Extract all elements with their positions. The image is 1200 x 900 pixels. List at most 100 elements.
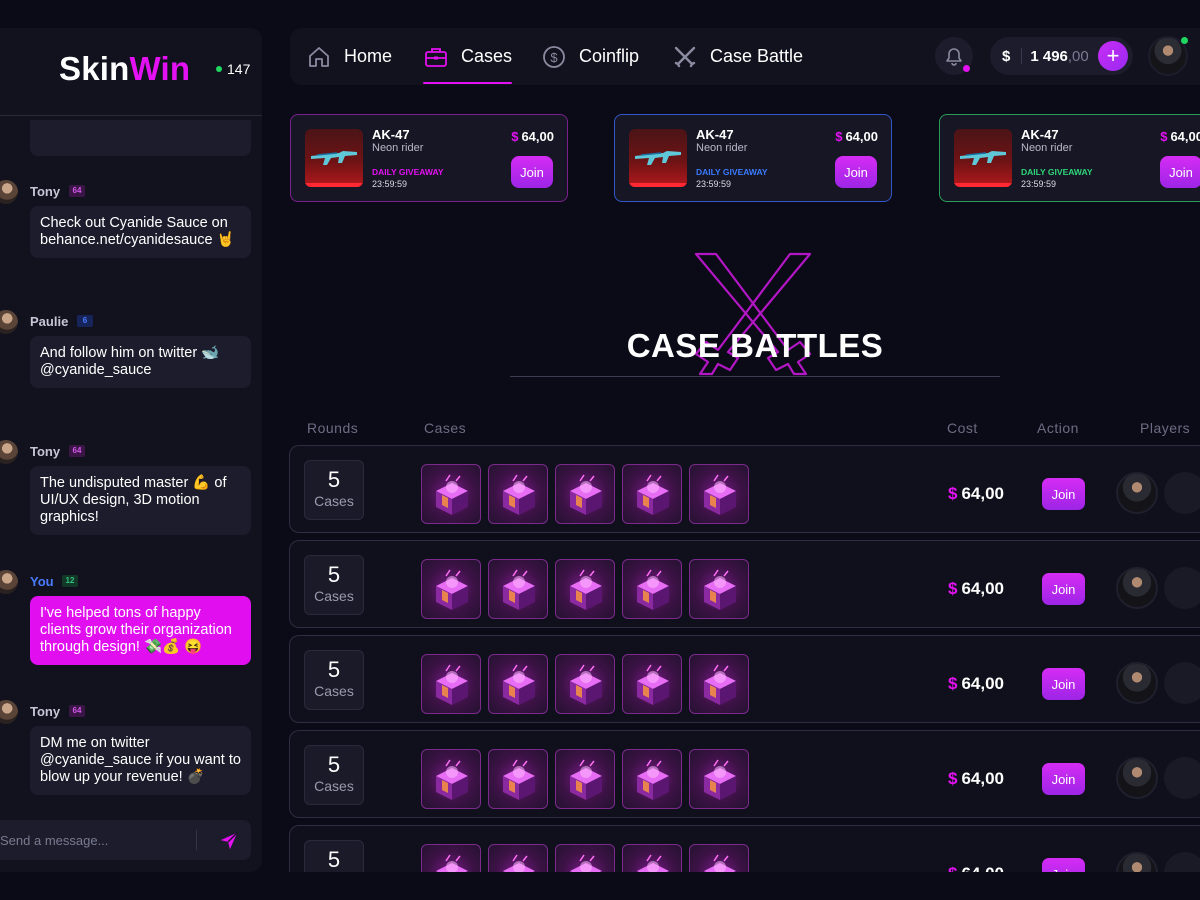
balance-currency: $ (1002, 47, 1011, 65)
case-thumbnail[interactable] (488, 464, 548, 524)
column-header-players: Players (1140, 420, 1191, 436)
user-avatar[interactable] (0, 700, 18, 724)
add-funds-button[interactable]: + (1098, 41, 1128, 71)
sidebar-header: SkinWin 147 (0, 28, 262, 116)
join-battle-button[interactable]: Join (1042, 573, 1085, 605)
case-thumbnail[interactable] (421, 559, 481, 619)
join-battle-button[interactable]: Join (1042, 668, 1085, 700)
giveaway-timer: 23:59:59 (696, 179, 732, 189)
nav-home[interactable]: Home (306, 28, 392, 85)
column-header-action: Action (1037, 420, 1079, 436)
case-thumbnail[interactable] (555, 559, 615, 619)
nav-case-battle[interactable]: Case Battle (672, 28, 803, 85)
chat-message-input[interactable] (0, 820, 190, 860)
logo[interactable]: SkinWin (59, 50, 190, 88)
currency-symbol: $ (948, 674, 958, 693)
user-avatar[interactable] (0, 570, 18, 594)
rounds-label: Cases (314, 778, 354, 794)
battle-cost: $64,00 (948, 579, 1004, 599)
message-username[interactable]: Tony (30, 704, 60, 719)
battle-row: 5Cases $64,00 Join (289, 540, 1200, 628)
skin-name: Neon rider (372, 142, 424, 154)
case-thumbnail[interactable] (689, 654, 749, 714)
chat-input-bar (0, 820, 251, 860)
case-thumbnail[interactable] (421, 464, 481, 524)
weapon-thumbnail (305, 129, 363, 187)
empty-player-slot[interactable] (1164, 662, 1200, 704)
player-avatar[interactable] (1116, 662, 1158, 704)
case-thumbnail[interactable] (622, 464, 682, 524)
join-battle-button[interactable]: Join (1042, 478, 1085, 510)
message-username[interactable]: Paulie (30, 314, 68, 329)
join-giveaway-button[interactable]: Join (835, 156, 877, 188)
case-thumbnail[interactable] (421, 654, 481, 714)
user-avatar[interactable] (0, 440, 18, 464)
nav-coinflip[interactable]: $ Coinflip (541, 28, 639, 85)
notifications-button[interactable] (935, 37, 973, 75)
currency-symbol: $ (511, 129, 519, 144)
weapon-thumbnail (629, 129, 687, 187)
send-icon[interactable] (218, 830, 240, 852)
user-level-badge: 12 (62, 575, 78, 587)
user-avatar[interactable] (0, 180, 18, 204)
profile-avatar[interactable] (1148, 36, 1188, 76)
loot-case-icon (570, 569, 602, 610)
battle-row: 5Cases $64,00 Join (289, 635, 1200, 723)
giveaway-tag: DAILY GIVEAWAY (696, 167, 768, 177)
player-avatar[interactable] (1116, 567, 1158, 609)
player-avatar[interactable] (1116, 757, 1158, 799)
message-username[interactable]: You (30, 574, 54, 589)
rounds-box: 5Cases (304, 555, 364, 615)
rounds-label: Cases (314, 588, 354, 604)
join-giveaway-button[interactable]: Join (511, 156, 553, 188)
case-list (421, 559, 749, 619)
rounds-count: 5 (327, 467, 341, 492)
message-text: Check out Cyanide Sauce on behance.net/c… (30, 206, 251, 258)
case-thumbnail[interactable] (689, 464, 749, 524)
loot-case-icon (503, 664, 535, 705)
cost-value: 64,00 (961, 674, 1005, 693)
giveaway-tag: DAILY GIVEAWAY (372, 167, 444, 177)
loot-case-icon (436, 664, 468, 705)
case-thumbnail[interactable] (689, 559, 749, 619)
column-header-cases: Cases (424, 420, 467, 436)
nav-cases[interactable]: Cases (423, 28, 513, 85)
message-username[interactable]: Tony (30, 444, 60, 459)
case-thumbnail[interactable] (555, 464, 615, 524)
loot-case-icon (503, 569, 535, 610)
home-icon (309, 46, 329, 67)
message-text: I've helped tons of happy clients grow t… (30, 596, 251, 665)
balance-decimals: ,00 (1067, 47, 1089, 65)
weapon-name: AK-47 (1021, 127, 1059, 142)
case-thumbnail[interactable] (622, 559, 682, 619)
case-thumbnail[interactable] (555, 749, 615, 809)
case-thumbnail[interactable] (555, 654, 615, 714)
message-username[interactable]: Tony (30, 184, 60, 199)
case-thumbnail[interactable] (622, 749, 682, 809)
join-battle-button[interactable]: Join (1042, 763, 1085, 795)
giveaway-tag: DAILY GIVEAWAY (1021, 167, 1093, 177)
message-text: DM me on twitter @cyanide_sauce if you w… (30, 726, 251, 795)
join-giveaway-button[interactable]: Join (1160, 156, 1200, 188)
case-thumbnail[interactable] (488, 654, 548, 714)
loot-case-icon (704, 759, 736, 800)
case-thumbnail[interactable] (488, 749, 548, 809)
user-level-badge: 64 (69, 445, 85, 457)
user-avatar[interactable] (0, 310, 18, 334)
battle-cost: $64,00 (948, 484, 1004, 504)
currency-symbol: $ (1160, 129, 1168, 144)
battle-row: 5Cases $64,00 Join (289, 445, 1200, 533)
empty-player-slot[interactable] (1164, 567, 1200, 609)
case-thumbnail[interactable] (488, 559, 548, 619)
logo-text-win: Win (129, 50, 191, 87)
currency-symbol: $ (835, 129, 843, 144)
case-thumbnail[interactable] (622, 654, 682, 714)
rounds-label: Cases (314, 683, 354, 699)
loot-case-icon (637, 474, 669, 515)
empty-player-slot[interactable] (1164, 472, 1200, 514)
rounds-label: Cases (314, 493, 354, 509)
case-thumbnail[interactable] (689, 749, 749, 809)
case-thumbnail[interactable] (421, 749, 481, 809)
empty-player-slot[interactable] (1164, 757, 1200, 799)
player-avatar[interactable] (1116, 472, 1158, 514)
